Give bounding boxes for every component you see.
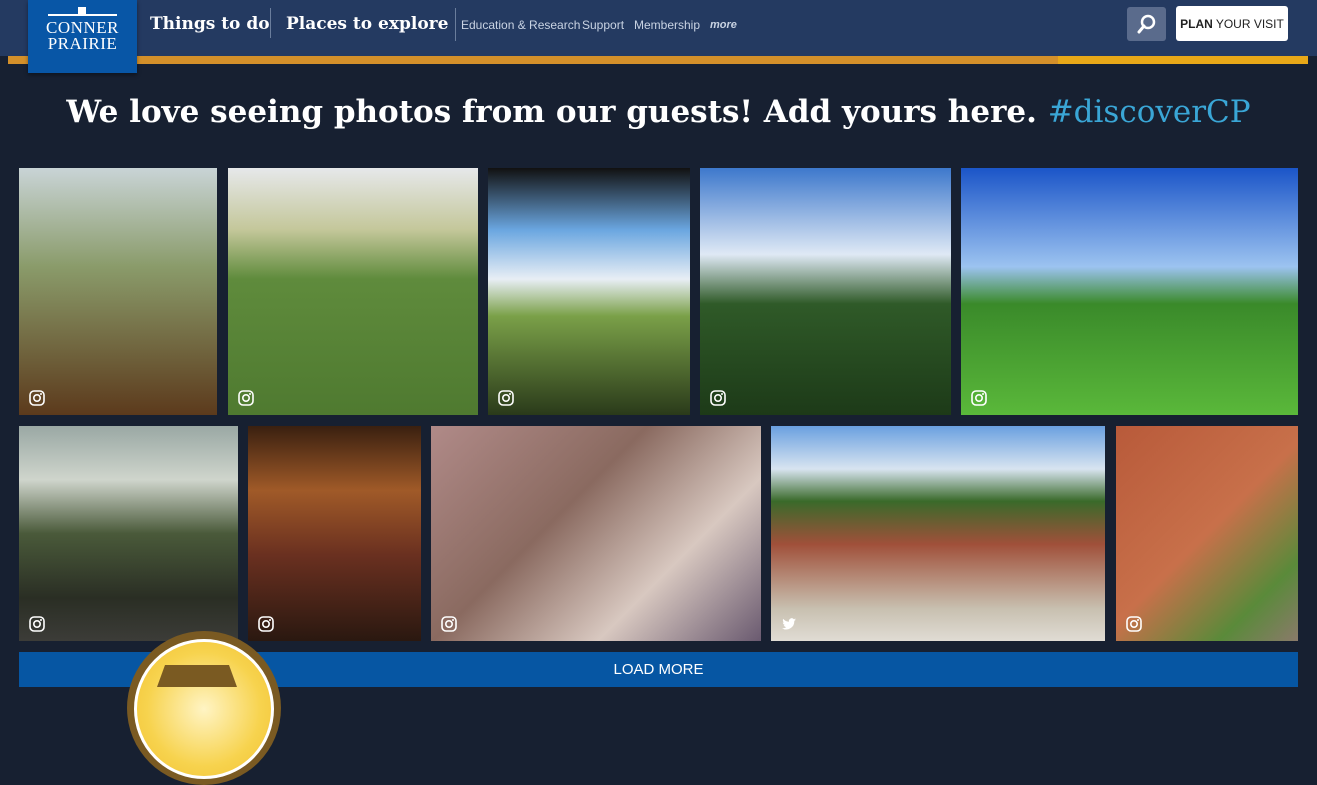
photo-tile[interactable]: [1116, 426, 1298, 641]
search-icon: [1137, 14, 1156, 34]
instagram-icon: [29, 390, 45, 406]
photo-tile[interactable]: [248, 426, 421, 641]
instagram-icon: [971, 390, 987, 406]
nav-divider: [455, 8, 456, 41]
photo-tile[interactable]: [488, 168, 690, 415]
instagram-icon: [258, 616, 274, 632]
instagram-icon: [710, 390, 726, 406]
load-more-label: LOAD MORE: [613, 661, 704, 678]
nav-things-to-do[interactable]: Things to do: [150, 14, 270, 34]
plan-label-rest: YOUR VISIT: [1215, 16, 1284, 31]
page-headline: We love seeing photos from our guests! A…: [0, 94, 1317, 130]
nav-more[interactable]: more: [710, 19, 737, 31]
instagram-icon: [29, 616, 45, 632]
photo-tile[interactable]: [431, 426, 761, 641]
twitter-icon: [781, 616, 797, 632]
plan-your-visit-button[interactable]: PLAN YOUR VISIT: [1176, 6, 1288, 41]
photo-tile[interactable]: [19, 168, 217, 415]
photo-tile[interactable]: [700, 168, 951, 415]
plan-label-bold: PLAN: [1180, 16, 1213, 31]
headline-text: We love seeing photos from our guests! A…: [66, 94, 1048, 130]
nav-places-to-explore[interactable]: Places to explore: [286, 14, 448, 34]
logo-text-line2: PRAIRIE: [47, 34, 118, 53]
search-button[interactable]: [1127, 7, 1166, 41]
instagram-icon: [441, 616, 457, 632]
photo-tile[interactable]: [19, 426, 238, 641]
instagram-icon: [498, 390, 514, 406]
hashtag-link[interactable]: #discoverCP: [1048, 94, 1251, 130]
badge-emblem: [127, 631, 281, 785]
instagram-icon: [238, 390, 254, 406]
logo-house-icon: [78, 7, 86, 15]
nav-divider: [270, 8, 271, 38]
nav-membership[interactable]: Membership: [634, 18, 700, 32]
photo-tile[interactable]: [771, 426, 1105, 641]
instagram-icon: [1126, 616, 1142, 632]
photo-tile[interactable]: [228, 168, 478, 415]
accent-bar-highlight: [1058, 56, 1308, 64]
nav-support[interactable]: Support: [582, 18, 624, 32]
nav-education-research[interactable]: Education & Research: [461, 18, 580, 32]
accent-bar: [8, 56, 1058, 64]
photo-tile[interactable]: [961, 168, 1298, 415]
conner-prairie-logo[interactable]: CONNER PRAIRIE: [28, 0, 137, 73]
